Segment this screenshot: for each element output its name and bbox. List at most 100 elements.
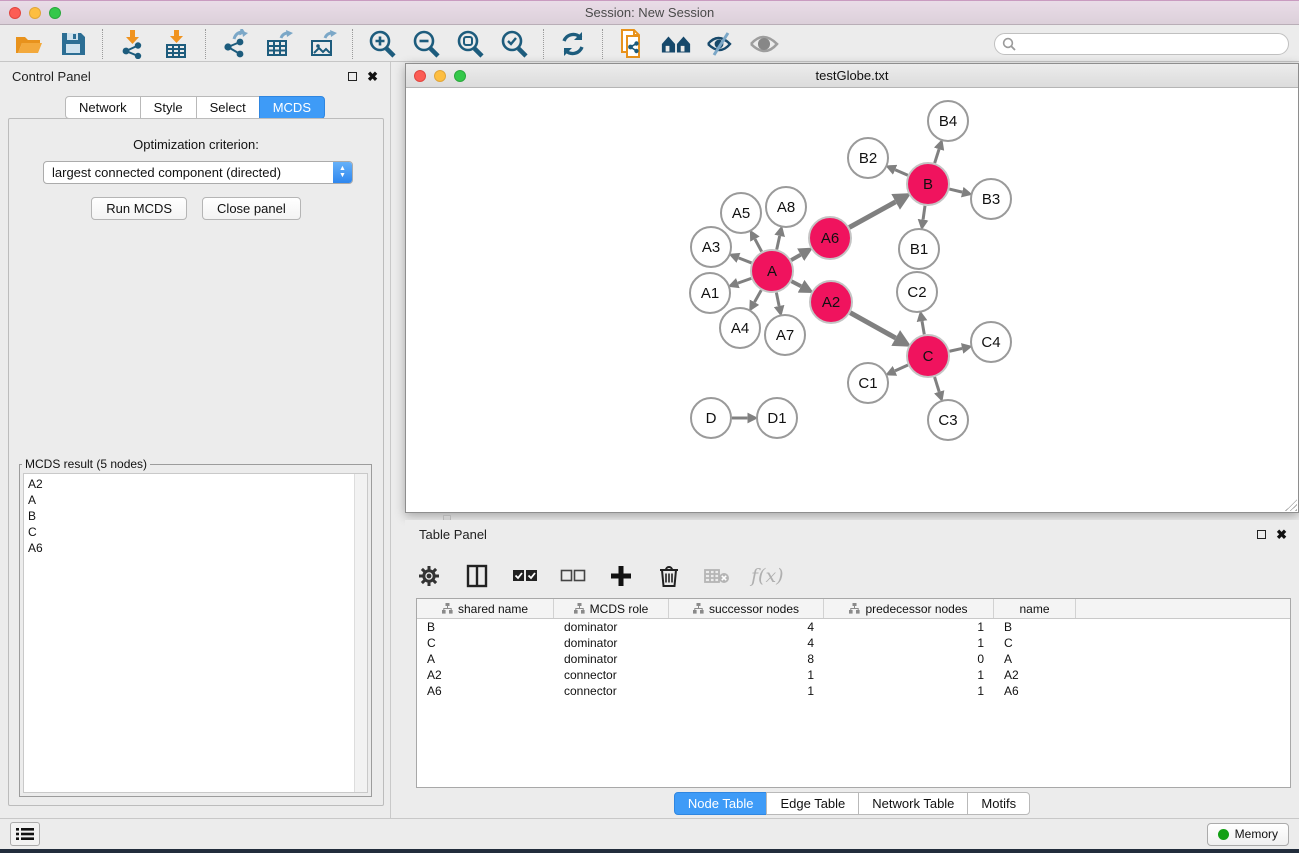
show-all-networks-icon[interactable] (660, 29, 692, 59)
export-image-icon[interactable] (307, 29, 339, 59)
table-cell[interactable]: dominator (554, 652, 669, 666)
close-panel-icon[interactable]: ✖ (367, 70, 378, 83)
edge-B-B1[interactable] (923, 206, 925, 220)
table-cell[interactable]: 1 (824, 636, 994, 650)
table-row[interactable]: Cdominator41C (417, 635, 1290, 651)
zoom-fit-icon[interactable] (454, 29, 486, 59)
graph-node-B[interactable]: B (907, 163, 949, 205)
network-canvas[interactable]: B4B2BB3A8A5A6A3B1AC2A1A2A4A7C4CC1C3DD1 (406, 88, 1298, 512)
table-cell[interactable]: A6 (994, 684, 1076, 698)
network-window-titlebar[interactable]: testGlobe.txt (406, 64, 1298, 88)
graph-node-C4[interactable]: C4 (971, 322, 1011, 362)
graph-node-B2[interactable]: B2 (848, 138, 888, 178)
zoom-out-icon[interactable] (410, 29, 442, 59)
edge-A-A4[interactable] (754, 290, 761, 302)
table-cell[interactable]: B (994, 620, 1076, 634)
float-table-panel-icon[interactable] (1257, 530, 1266, 539)
criterion-dropdown[interactable]: largest connected component (directed) ▲… (43, 161, 353, 184)
resize-grip-icon[interactable] (1285, 499, 1297, 511)
table-cell[interactable]: C (994, 636, 1076, 650)
table-cell[interactable]: 1 (824, 684, 994, 698)
search-input[interactable] (994, 33, 1289, 55)
function-builder-icon[interactable]: f(x) (751, 565, 784, 587)
list-item[interactable]: A6 (28, 540, 367, 556)
graph-node-C3[interactable]: C3 (928, 400, 968, 440)
table-cell[interactable]: 0 (824, 652, 994, 666)
table-cell[interactable]: C (417, 636, 554, 650)
edge-A-A3[interactable] (739, 258, 752, 263)
hide-network-icon[interactable] (704, 29, 736, 59)
tab-network-table[interactable]: Network Table (858, 792, 968, 815)
edge-A-A8[interactable] (777, 236, 780, 250)
table-cell[interactable]: connector (554, 684, 669, 698)
edge-A-A2[interactable] (791, 281, 801, 286)
list-item[interactable]: B (28, 508, 367, 524)
table-cell[interactable]: A6 (417, 684, 554, 698)
edge-A-A5[interactable] (755, 239, 762, 251)
column-header-shared-name[interactable]: shared name (417, 599, 554, 618)
table-cell[interactable]: 1 (824, 620, 994, 634)
add-column-icon[interactable] (607, 562, 635, 590)
graph-node-B1[interactable]: B1 (899, 229, 939, 269)
graph-node-A5[interactable]: A5 (721, 193, 761, 233)
column-header-MCDS-role[interactable]: MCDS role (554, 599, 669, 618)
table-cell[interactable]: 8 (669, 652, 824, 666)
open-file-icon[interactable] (13, 29, 45, 59)
graph-node-A[interactable]: A (751, 250, 793, 292)
table-cell[interactable]: A2 (417, 668, 554, 682)
table-cell[interactable]: connector (554, 668, 669, 682)
edge-C-C3[interactable] (935, 377, 940, 392)
table-cell[interactable]: A (994, 652, 1076, 666)
table-row[interactable]: A6connector11A6 (417, 683, 1290, 699)
graph-node-C[interactable]: C (907, 335, 949, 377)
table-row[interactable]: Adominator80A (417, 651, 1290, 667)
tab-edge-table[interactable]: Edge Table (766, 792, 859, 815)
deselect-all-icon[interactable] (559, 562, 587, 590)
delete-table-icon[interactable] (703, 562, 731, 590)
edge-A-A6[interactable] (791, 255, 801, 260)
task-history-button[interactable] (10, 822, 40, 846)
save-session-icon[interactable] (57, 29, 89, 59)
edge-B-B4[interactable] (935, 149, 939, 163)
select-all-icon[interactable] (511, 562, 539, 590)
table-cell[interactable]: A2 (994, 668, 1076, 682)
table-cell[interactable]: 4 (669, 620, 824, 634)
column-header-successor-nodes[interactable]: successor nodes (669, 599, 824, 618)
edge-B-B3[interactable] (949, 189, 962, 192)
run-mcds-button[interactable]: Run MCDS (91, 197, 187, 220)
table-cell[interactable]: B (417, 620, 554, 634)
graph-node-A3[interactable]: A3 (691, 227, 731, 267)
graph-node-C1[interactable]: C1 (848, 363, 888, 403)
tab-network[interactable]: Network (65, 96, 141, 119)
edge-A2-C[interactable] (850, 313, 895, 338)
graph-node-A8[interactable]: A8 (766, 187, 806, 227)
graph-node-D[interactable]: D (691, 398, 731, 438)
import-table-icon[interactable] (160, 29, 192, 59)
graph-node-B3[interactable]: B3 (971, 179, 1011, 219)
column-header-predecessor-nodes[interactable]: predecessor nodes (824, 599, 994, 618)
edge-A-A1[interactable] (738, 278, 751, 283)
float-panel-icon[interactable] (348, 72, 357, 81)
list-item[interactable]: A (28, 492, 367, 508)
result-scrollbar[interactable] (354, 474, 367, 792)
graph-node-A6[interactable]: A6 (809, 217, 851, 259)
tab-select[interactable]: Select (196, 96, 260, 119)
duplicate-network-icon[interactable] (616, 29, 648, 59)
edge-C-C4[interactable] (949, 348, 962, 351)
graph-node-C2[interactable]: C2 (897, 272, 937, 312)
column-header-name[interactable]: name (994, 599, 1076, 618)
edge-C-C2[interactable] (922, 321, 924, 334)
memory-button[interactable]: Memory (1207, 823, 1289, 846)
zoom-in-icon[interactable] (366, 29, 398, 59)
table-cell[interactable]: 4 (669, 636, 824, 650)
close-panel-button[interactable]: Close panel (202, 197, 301, 220)
table-cell[interactable]: 1 (824, 668, 994, 682)
edge-A6-B[interactable] (849, 202, 895, 228)
edge-B-B2[interactable] (895, 170, 908, 175)
show-graphics-details-icon[interactable] (748, 29, 780, 59)
tab-style[interactable]: Style (140, 96, 197, 119)
table-cell[interactable]: 1 (669, 668, 824, 682)
graph-node-A1[interactable]: A1 (690, 273, 730, 313)
tab-motifs[interactable]: Motifs (967, 792, 1030, 815)
graph-node-A7[interactable]: A7 (765, 315, 805, 355)
